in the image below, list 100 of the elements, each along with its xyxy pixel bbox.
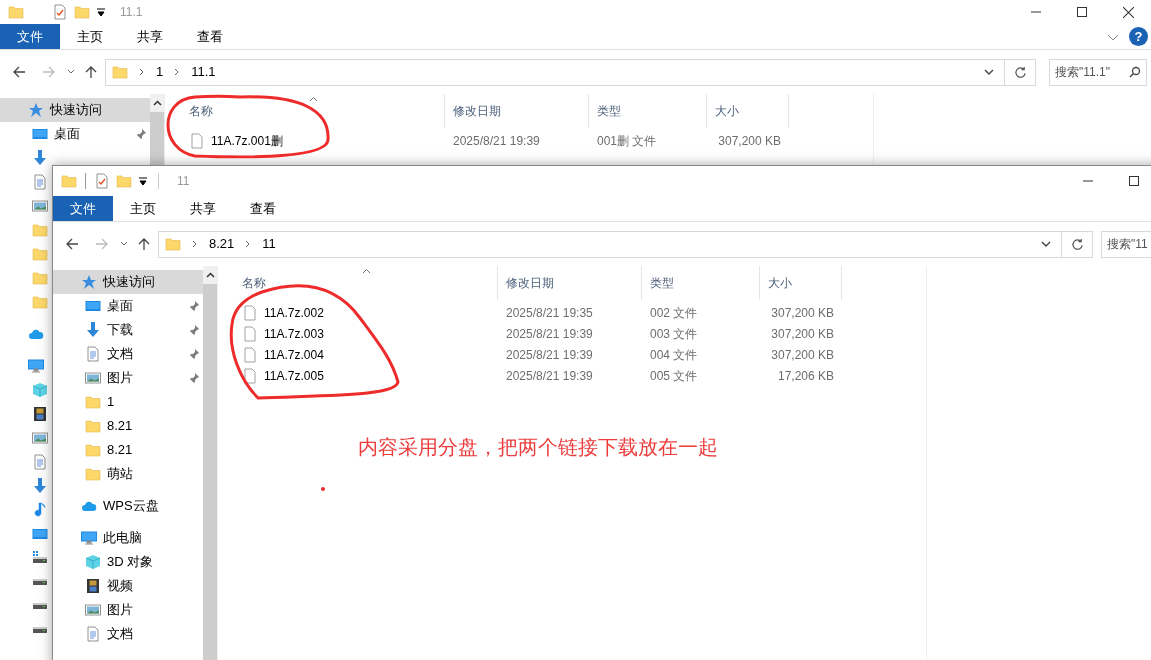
file-name[interactable]: 11A.7z.001删	[211, 131, 283, 150]
sidebar-item[interactable]: 1	[53, 390, 203, 414]
breadcrumb-item[interactable]: 11	[262, 234, 276, 254]
file-icon	[242, 346, 258, 363]
document-icon	[32, 174, 48, 190]
ribbon-tab[interactable]: 文件	[0, 24, 60, 49]
breadcrumb-item[interactable]: 11.1	[191, 62, 216, 82]
cube-icon	[32, 382, 48, 398]
sidebar-item[interactable]: 桌面	[53, 294, 203, 318]
folder-icon	[32, 246, 48, 262]
file-name[interactable]: 11A.7z.005	[264, 366, 324, 385]
maximize-icon	[1129, 176, 1139, 186]
folder-icon	[85, 394, 101, 410]
sidebar-item[interactable]: 视频	[53, 574, 203, 598]
scroll-up-icon[interactable]	[152, 98, 162, 108]
sidebar-label: WPS云盘	[103, 497, 159, 516]
ribbon-tab[interactable]: 共享	[120, 24, 180, 49]
minimize-icon	[1083, 180, 1093, 182]
ribbon-tab[interactable]: 主页	[60, 24, 120, 49]
breadcrumb-item[interactable]: 1	[156, 62, 164, 82]
sidebar-label: 此电脑	[103, 529, 142, 548]
sidebar-item[interactable]: 萌站	[53, 462, 203, 486]
sort-ascending-icon	[309, 96, 318, 102]
sidebar-item[interactable]: 此电脑	[53, 526, 203, 550]
sidebar-item[interactable]: 8.21	[53, 414, 203, 438]
desktop-icon	[32, 526, 48, 542]
sidebar-item[interactable]: WPS云盘	[53, 494, 203, 518]
ribbon-tab[interactable]: 文件	[53, 196, 113, 221]
sidebar-label: 视频	[107, 577, 133, 596]
sidebar-item[interactable]: 桌面	[0, 122, 150, 146]
search-field[interactable]: 搜索"11.1"	[1049, 58, 1147, 86]
table-cell-text: 2025/8/21 19:35	[505, 304, 594, 322]
ribbon-tab[interactable]: 查看	[233, 196, 293, 221]
download-icon	[32, 478, 48, 494]
sidebar-item-selected[interactable]: 快速访问	[0, 98, 150, 122]
up-icon[interactable]	[84, 65, 98, 79]
ribbon-tab[interactable]: 共享	[173, 196, 233, 221]
column-header[interactable]: 类型	[642, 266, 760, 300]
minimize-icon	[1031, 11, 1041, 13]
sidebar-item[interactable]: 图片	[53, 366, 203, 390]
breadcrumb-item[interactable]: 8.21	[209, 234, 235, 254]
scroll-up-button[interactable]	[203, 266, 217, 284]
file-name[interactable]: 11A.7z.003	[264, 324, 324, 343]
scroll-up-icon[interactable]	[205, 270, 215, 280]
address-bar[interactable]: 1 11.1	[105, 58, 1036, 86]
chevron-right-icon	[191, 240, 199, 248]
table-cell-text: 307,200 KB	[770, 325, 835, 343]
back-icon[interactable]	[65, 237, 79, 251]
table-cell-text: 2025/8/21 19:39	[505, 325, 594, 343]
column-header[interactable]: 大小	[760, 266, 842, 300]
column-header[interactable]: 名称	[167, 94, 445, 128]
up-icon[interactable]	[137, 237, 151, 251]
sidebar-item[interactable]: 下载	[53, 318, 203, 342]
sidebar-item[interactable]: 图片	[53, 598, 203, 622]
dropdown-icon[interactable]	[138, 176, 148, 186]
table-cell-text: 17,206 KB	[776, 367, 835, 385]
drive-icon	[32, 603, 48, 609]
help-button[interactable]: ?	[1129, 27, 1148, 46]
window-title: 11	[177, 173, 190, 190]
computer-icon	[28, 358, 44, 374]
folder-icon	[85, 442, 101, 458]
ribbon-tab[interactable]: 主页	[113, 196, 173, 221]
table-cell-text: 004 文件	[649, 346, 699, 364]
sidebar-item[interactable]: 3D 对象	[53, 550, 203, 574]
folder-icon	[32, 270, 48, 286]
sidebar-label: 萌站	[107, 465, 133, 484]
star-icon	[81, 274, 97, 290]
file-icon	[189, 132, 205, 149]
sidebar-label: 桌面	[54, 125, 80, 144]
file-name[interactable]: 11A.7z.002	[264, 303, 324, 322]
file-icon	[242, 367, 258, 384]
file-name[interactable]: 11A.7z.004	[264, 345, 324, 364]
table-cell-text: 2025/8/21 19:39	[452, 132, 541, 150]
column-header[interactable]: 修改日期	[498, 266, 642, 300]
table-cell-text: 005 文件	[649, 367, 699, 385]
dropdown-icon[interactable]	[96, 7, 106, 17]
sidebar-label: 8.21	[107, 417, 133, 436]
annotation-note: 内容采用分盘，把两个链接下载放在一起	[358, 435, 718, 460]
scroll-up-button[interactable]	[150, 94, 164, 112]
address-bar[interactable]: 8.21 11	[158, 230, 1093, 258]
back-icon[interactable]	[12, 65, 26, 79]
column-header[interactable]: 大小	[707, 94, 789, 128]
maximize-icon	[1077, 7, 1087, 17]
music-note-icon	[32, 502, 48, 518]
column-header[interactable]: 名称	[220, 266, 498, 300]
sidebar-item[interactable]: 文档	[53, 622, 203, 646]
column-header[interactable]: 类型	[589, 94, 707, 128]
search-field[interactable]: 搜索"11	[1101, 230, 1151, 258]
table-cell-text: 307,200 KB	[770, 304, 835, 322]
sidebar-item[interactable]: 文档	[53, 342, 203, 366]
file-icon	[242, 304, 258, 321]
picture-icon	[32, 198, 48, 214]
column-header[interactable]: 修改日期	[445, 94, 589, 128]
search-icon	[1129, 66, 1141, 78]
sidebar-label: 3D 对象	[107, 553, 154, 572]
drive-icon	[32, 579, 48, 585]
sidebar-item-selected[interactable]: 快速访问	[53, 270, 203, 294]
ribbon-tab[interactable]: 查看	[180, 24, 240, 49]
refresh-icon	[1070, 237, 1084, 251]
sidebar-item[interactable]: 8.21	[53, 438, 203, 462]
